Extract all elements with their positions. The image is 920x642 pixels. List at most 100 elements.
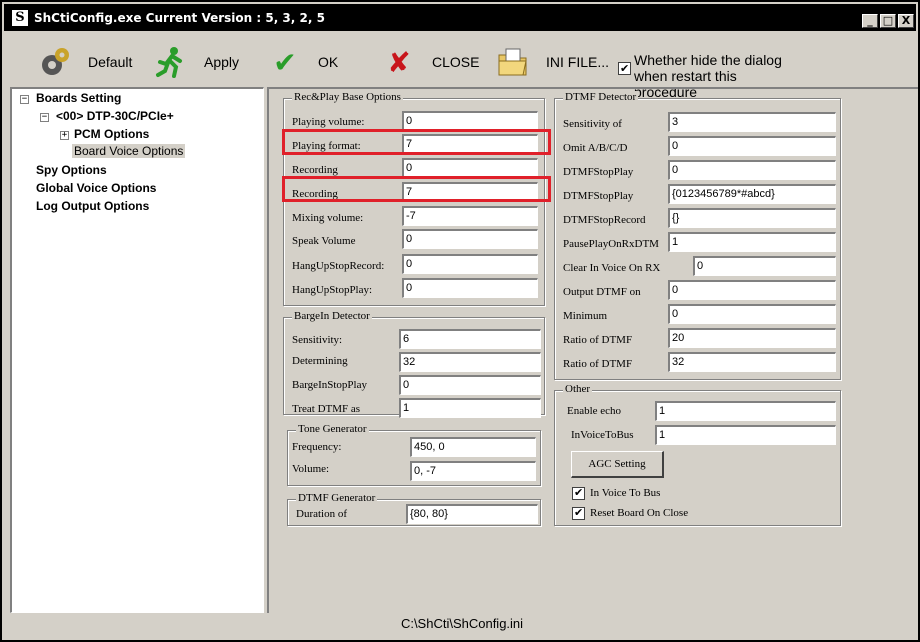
- other-title: Other: [563, 383, 593, 395]
- duration-input[interactable]: {80, 80}: [406, 504, 538, 524]
- status-bar: C:\ShCti\ShConfig.ini: [10, 614, 914, 636]
- output-dtmf-input[interactable]: 0: [668, 280, 836, 300]
- window-title: ShCtiConfig.exe Current Version : 5, 3, …: [34, 11, 325, 25]
- toolbar: Default Apply ✔ OK ✘ CLOSE INI FILE... W…: [10, 38, 910, 100]
- mixing-volume-input[interactable]: -7: [402, 206, 538, 226]
- in-voice-to-bus-input[interactable]: 1: [655, 425, 836, 445]
- omit-abcd-input[interactable]: 0: [668, 136, 836, 156]
- close-window-button[interactable]: X: [898, 14, 914, 28]
- minimum-input[interactable]: 0: [668, 304, 836, 324]
- options-panel: Rec&Play Base Options Playing volume: 0 …: [267, 87, 918, 613]
- dtmf-sensitivity-input[interactable]: 3: [668, 112, 836, 132]
- tree-item-global-voice-options[interactable]: Global Voice Options: [36, 181, 156, 195]
- pause-play-input[interactable]: 1: [668, 232, 836, 252]
- bargein-stop-play-input[interactable]: 0: [399, 375, 541, 395]
- reset-board-checkbox[interactable]: [572, 506, 585, 520]
- ratio-of-dtmf-input[interactable]: 20: [668, 328, 836, 348]
- field-label: Determining: [292, 355, 348, 367]
- dtmf-detector-title: DTMF Detector: [563, 91, 639, 103]
- folder-icon: [496, 45, 530, 79]
- clear-in-voice-input[interactable]: 0: [693, 256, 836, 276]
- in-voice-to-bus-checkbox[interactable]: [572, 486, 585, 500]
- field-label: Speak Volume: [292, 235, 356, 247]
- agc-setting-button[interactable]: AGC Setting: [571, 451, 664, 478]
- in-voice-to-bus-label: In Voice To Bus: [590, 487, 661, 499]
- close-button[interactable]: ✘ CLOSE: [382, 42, 479, 82]
- bargein-group: BargeIn Detector Sensitivity: 6 Determin…: [283, 310, 545, 418]
- app-window: S ShCtiConfig.exe Current Version : 5, 3…: [0, 0, 920, 642]
- field-label: InVoiceToBus: [571, 429, 634, 441]
- tree-item-log-output-options[interactable]: Log Output Options: [36, 199, 149, 213]
- dtmf-generator-group: DTMF Generator Duration of {80, 80}: [287, 492, 541, 526]
- hangup-stop-record-input[interactable]: 0: [402, 254, 538, 274]
- dtmf-stop-record-input[interactable]: {}: [668, 208, 836, 228]
- field-label: DTMFStopPlay: [563, 190, 634, 202]
- other-group: Other Enable echo 1 InVoiceToBus 1 AGC S…: [554, 383, 841, 526]
- recplay-title: Rec&Play Base Options: [292, 91, 403, 103]
- bargein-title: BargeIn Detector: [292, 310, 372, 322]
- expand-icon[interactable]: +: [60, 131, 69, 140]
- settings-tree: − Boards Setting − <00> DTP-30C/PCIe+ + …: [10, 87, 264, 613]
- ratio-of-dtmf-input-2[interactable]: 32: [668, 352, 836, 372]
- default-label: Default: [88, 54, 133, 70]
- maximize-button[interactable]: □: [880, 14, 896, 28]
- reset-board-label: Reset Board On Close: [590, 507, 689, 519]
- tree-item-board[interactable]: <00> DTP-30C/PCIe+: [56, 109, 174, 123]
- playing-volume-input[interactable]: 0: [402, 111, 538, 131]
- field-label: DTMFStopRecord: [563, 214, 646, 226]
- dtmf-detector-group: DTMF Detector Sensitivity of 3 Omit A/B/…: [554, 91, 841, 380]
- field-label: HangUpStopPlay:: [292, 284, 373, 296]
- frequency-input[interactable]: 450, 0: [410, 437, 536, 457]
- tone-volume-input[interactable]: 0, -7: [410, 461, 536, 481]
- treat-dtmf-input[interactable]: 1: [399, 398, 541, 418]
- gear-icon: [38, 45, 72, 79]
- default-button[interactable]: Default: [38, 42, 132, 82]
- running-man-icon: [154, 45, 188, 79]
- field-label: Duration of: [296, 508, 348, 520]
- field-label: BargeInStopPlay: [292, 379, 367, 391]
- speak-volume-input[interactable]: 0: [402, 229, 538, 249]
- close-label: CLOSE: [432, 54, 480, 70]
- field-label: Treat DTMF as: [292, 403, 361, 415]
- highlight-box: [282, 129, 551, 155]
- field-label: HangUpStopRecord:: [292, 260, 385, 272]
- ini-file-label: INI FILE...: [546, 54, 610, 70]
- ok-label: OK: [318, 54, 339, 70]
- field-label: Clear In Voice On RX: [563, 262, 661, 274]
- tone-generator-group: Tone Generator Frequency: 450, 0 Volume:…: [287, 423, 541, 486]
- field-label: Sensitivity:: [292, 334, 343, 346]
- hangup-stop-play-input[interactable]: 0: [402, 278, 538, 298]
- bargein-sensitivity-input[interactable]: 6: [399, 329, 541, 349]
- enable-echo-input[interactable]: 1: [655, 401, 836, 421]
- app-icon[interactable]: S: [12, 10, 28, 26]
- collapse-icon[interactable]: −: [20, 95, 29, 104]
- hide-dialog-checkbox[interactable]: [618, 61, 631, 77]
- field-label: DTMFStopPlay: [563, 166, 634, 178]
- hide-dialog-label-line1: Whether hide the dialog: [634, 52, 782, 68]
- highlight-box: [282, 176, 551, 202]
- apply-button[interactable]: Apply: [154, 42, 239, 82]
- collapse-icon[interactable]: −: [40, 113, 49, 122]
- apply-label: Apply: [204, 54, 240, 70]
- field-label: Frequency:: [292, 441, 342, 453]
- field-label: Mixing volume:: [292, 212, 364, 224]
- dtmf-stop-play-keys-input[interactable]: {0123456789*#abcd}: [668, 184, 836, 204]
- tree-item-boards-setting[interactable]: Boards Setting: [36, 91, 121, 105]
- field-label: Enable echo: [567, 405, 622, 417]
- ok-button[interactable]: ✔ OK: [268, 42, 338, 82]
- field-label: Recording: [292, 164, 338, 176]
- bargein-determining-input[interactable]: 32: [399, 352, 541, 372]
- dtmf-generator-title: DTMF Generator: [296, 492, 378, 504]
- tree-item-board-voice-options[interactable]: Board Voice Options: [72, 144, 186, 158]
- field-label: Playing volume:: [292, 116, 365, 128]
- field-label: Output DTMF on: [563, 286, 641, 298]
- minimize-button[interactable]: _: [862, 14, 878, 28]
- dtmf-stop-play-input[interactable]: 0: [668, 160, 836, 180]
- status-ini-path: C:\ShCti\ShConfig.ini: [400, 616, 524, 631]
- recording-input[interactable]: 0: [402, 158, 538, 178]
- tree-item-spy-options[interactable]: Spy Options: [36, 163, 107, 177]
- ini-file-button[interactable]: INI FILE...: [496, 42, 609, 82]
- tree-item-pcm-options[interactable]: PCM Options: [74, 127, 149, 141]
- title-bar[interactable]: S ShCtiConfig.exe Current Version : 5, 3…: [4, 4, 916, 31]
- field-label: Ratio of DTMF: [563, 334, 633, 346]
